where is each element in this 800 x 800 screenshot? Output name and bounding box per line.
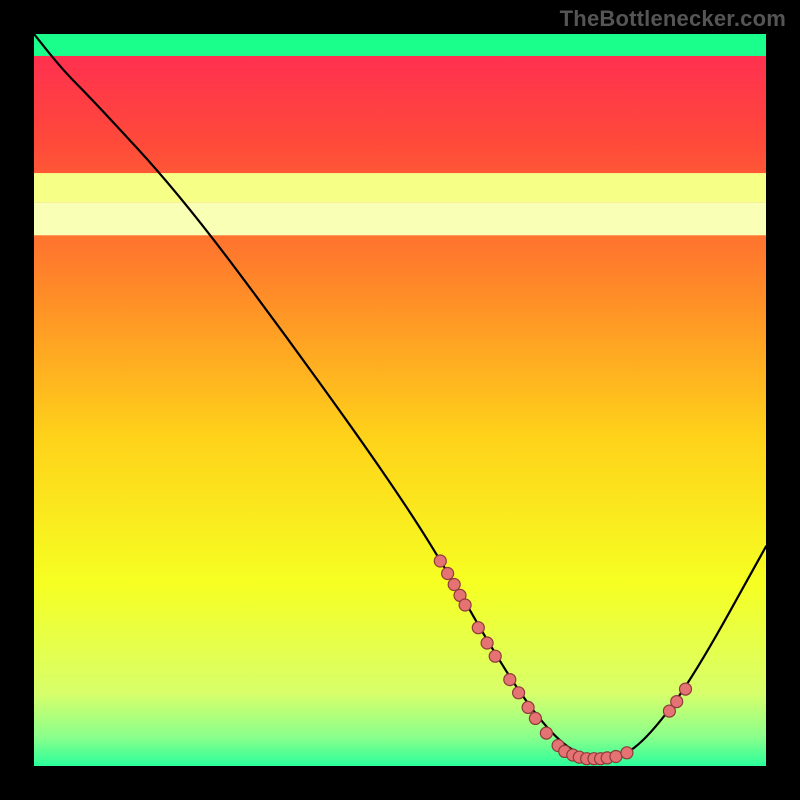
data-marker <box>489 650 501 662</box>
data-marker <box>472 622 484 634</box>
data-marker <box>529 712 541 724</box>
data-marker <box>442 568 454 580</box>
chart-frame: TheBottlenecker.com <box>0 0 800 800</box>
data-marker <box>448 579 460 591</box>
data-marker <box>513 687 525 699</box>
data-marker <box>671 696 683 708</box>
data-marker <box>434 555 446 567</box>
data-marker <box>680 683 692 695</box>
data-marker <box>459 599 471 611</box>
data-marker <box>504 674 516 686</box>
data-marker <box>621 747 633 759</box>
data-marker <box>522 701 534 713</box>
bottleneck-chart <box>34 34 766 766</box>
data-marker <box>481 637 493 649</box>
data-marker <box>610 751 622 763</box>
data-marker <box>540 727 552 739</box>
watermark-text: TheBottlenecker.com <box>560 6 786 32</box>
